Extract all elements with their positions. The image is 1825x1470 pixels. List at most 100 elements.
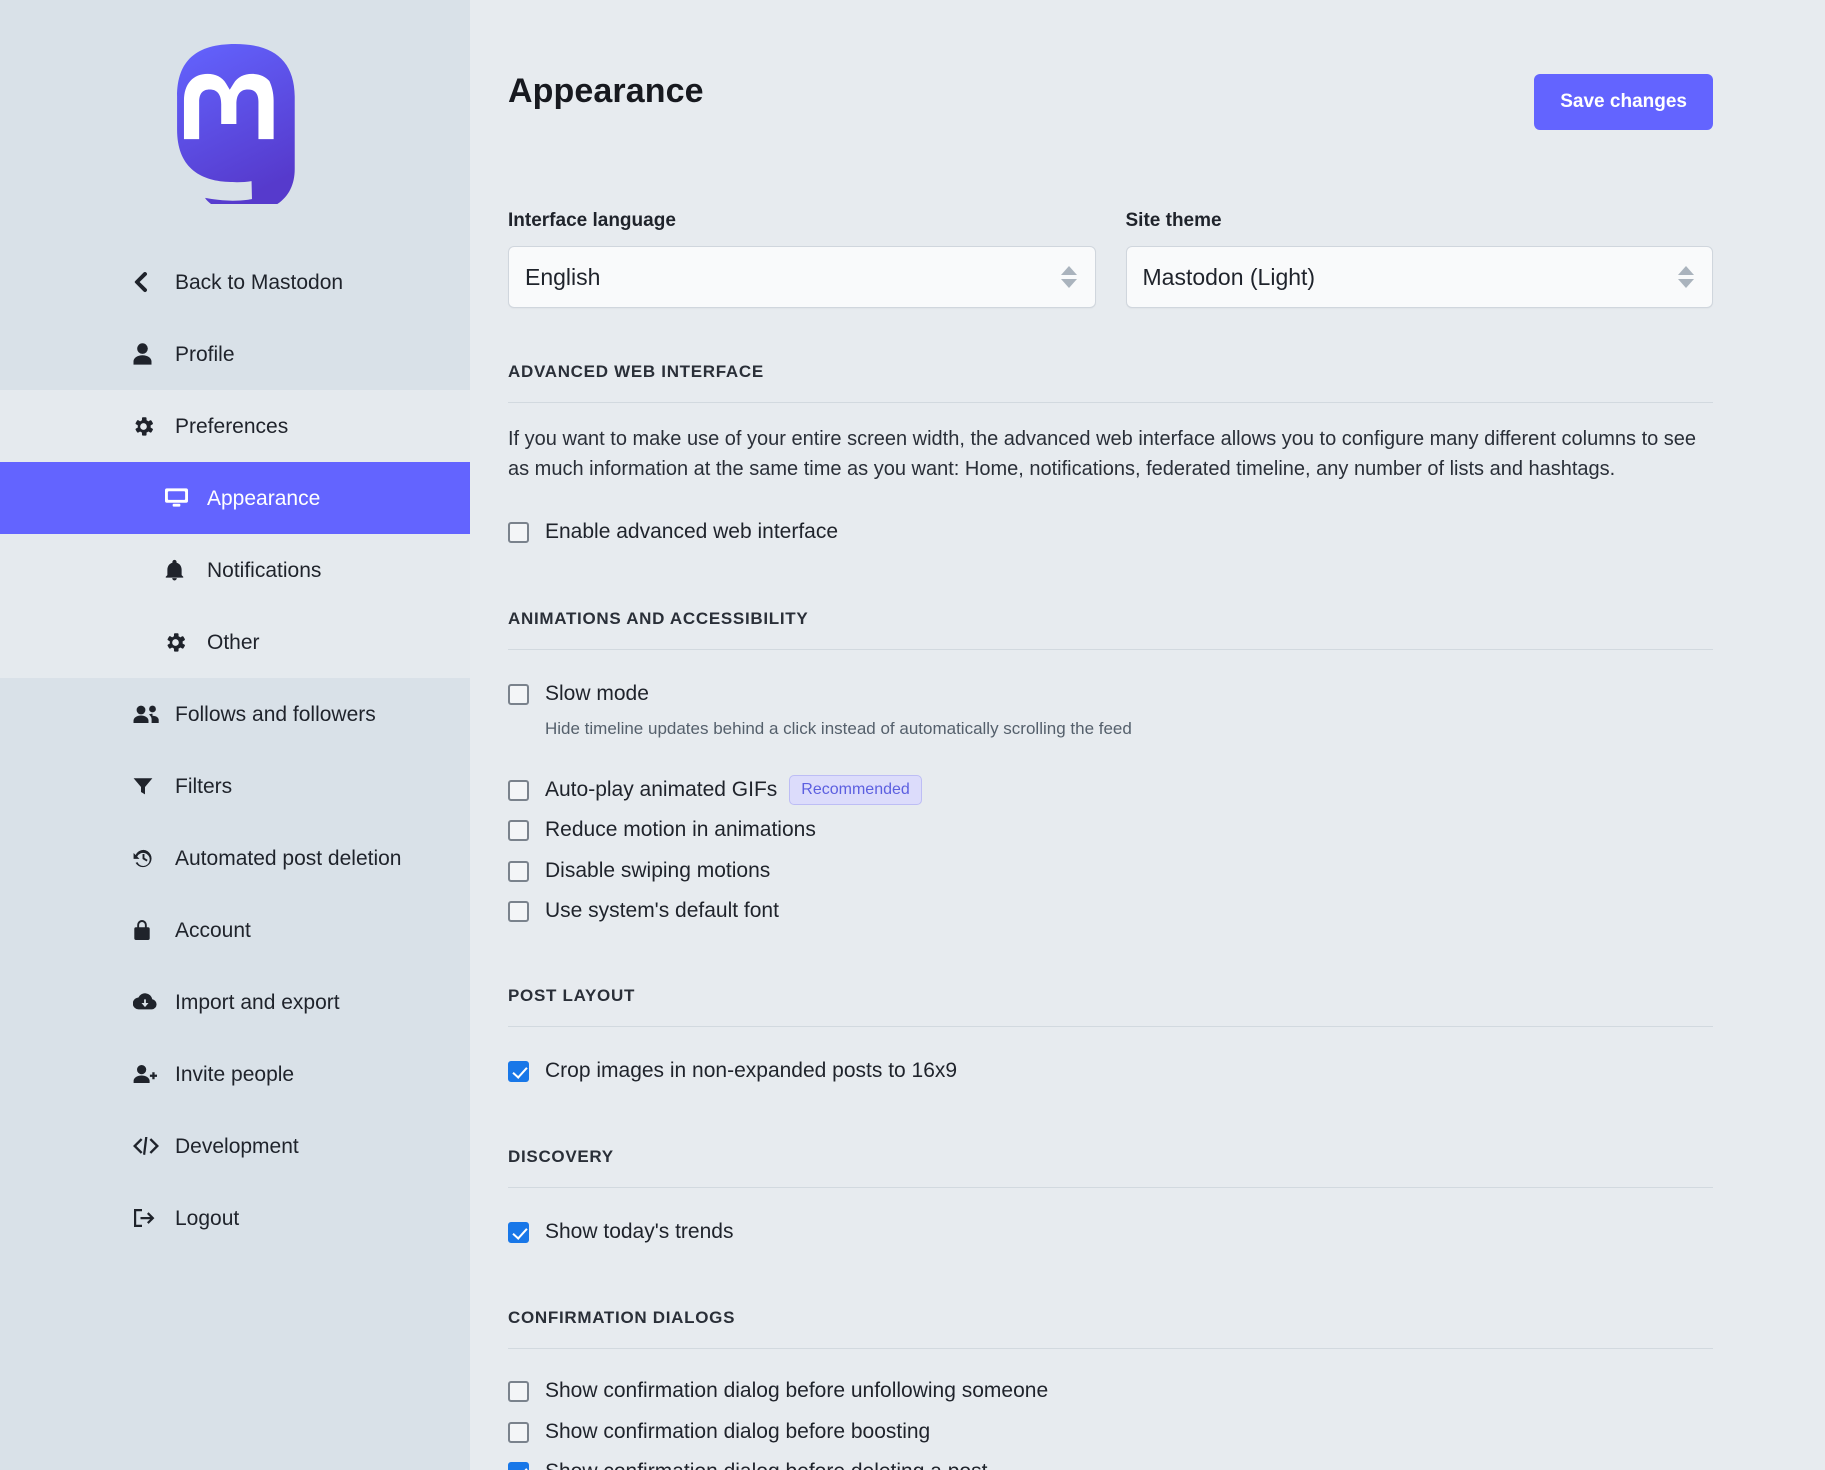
checkbox-reduce-motion-in-animations[interactable] bbox=[508, 820, 529, 842]
checkbox-use-systems-default-font[interactable] bbox=[508, 901, 529, 923]
sidebar-item-label: Account bbox=[175, 918, 251, 942]
chevron-updown-icon bbox=[1678, 266, 1694, 288]
cloud-download-icon bbox=[133, 990, 161, 1014]
users-icon bbox=[133, 702, 161, 726]
checkbox-auto-play-animated-gifs[interactable] bbox=[508, 779, 529, 801]
sidebar-item-appearance[interactable]: Appearance bbox=[0, 462, 470, 534]
site-theme-label: Site theme bbox=[1125, 210, 1222, 231]
sidebar-item-label: Follows and followers bbox=[175, 702, 376, 726]
lock-icon bbox=[133, 918, 161, 942]
checkbox-row-enable-advanced-web-interface[interactable]: Enable advanced web interface bbox=[508, 510, 1713, 554]
section-title: Advanced web interface bbox=[508, 362, 1713, 403]
checkbox-label: Show confirmation dialog before deleting… bbox=[545, 1457, 987, 1470]
checkbox-label: Reduce motion in animations bbox=[545, 818, 816, 842]
checkbox-row-reduce-motion-in-animations[interactable]: Reduce motion in animations bbox=[508, 810, 1713, 850]
mastodon-logo bbox=[0, 0, 470, 238]
interface-language-value: English bbox=[525, 263, 601, 290]
sidebar-item-label: Filters bbox=[175, 774, 233, 798]
slow-mode-hint: Hide timeline updates behind a click ins… bbox=[545, 719, 1132, 739]
preferences-group: Preferences Appearance Notifications Oth… bbox=[0, 390, 470, 678]
checkbox-confirm-boost[interactable] bbox=[508, 1421, 529, 1443]
gear-icon bbox=[165, 630, 193, 654]
sidebar-item-automated-post-deletion[interactable]: Automated post deletion bbox=[0, 822, 470, 894]
sidebar-item-development[interactable]: Development bbox=[0, 1110, 470, 1182]
history-icon bbox=[133, 846, 161, 870]
sidebar-item-follows-and-followers[interactable]: Follows and followers bbox=[0, 678, 470, 750]
checkbox-confirm-unfollow[interactable] bbox=[508, 1381, 529, 1403]
section-animations-and-accessibility: Animations and accessibility Slow mode H… bbox=[508, 609, 1713, 932]
sidebar-item-filters[interactable]: Filters bbox=[0, 750, 470, 822]
sidebar-nav: Back to Mastodon Profile Preferences App… bbox=[0, 238, 470, 1254]
checkbox-slow-mode[interactable] bbox=[508, 683, 529, 705]
checkbox-row-confirm-unfollow[interactable]: Show confirmation dialog before unfollow… bbox=[508, 1371, 1713, 1411]
logout-icon bbox=[133, 1206, 161, 1230]
checkbox-label: Show confirmation dialog before unfollow… bbox=[545, 1379, 1049, 1403]
page-header: Appearance Save changes bbox=[508, 0, 1713, 130]
checkbox-show-todays-trends[interactable] bbox=[508, 1222, 529, 1244]
section-title: Post layout bbox=[508, 986, 1713, 1027]
sidebar-item-label: Profile bbox=[175, 342, 235, 366]
checkbox-row-use-systems-default-font[interactable]: Use system's default font bbox=[508, 891, 1713, 931]
section-title: Discovery bbox=[508, 1147, 1713, 1189]
sidebar-item-label: Logout bbox=[175, 1206, 240, 1230]
checkbox-row-slow-mode[interactable]: Slow mode Hide timeline updates behind a… bbox=[508, 672, 1713, 748]
checkbox-disable-swiping-motions[interactable] bbox=[508, 860, 529, 882]
site-theme-select[interactable]: Mastodon (Light) bbox=[1125, 246, 1713, 308]
interface-language-field: Interface language English bbox=[508, 210, 1096, 308]
sidebar-item-label: Automated post deletion bbox=[175, 846, 402, 870]
checkbox-label: Crop images in non-expanded posts to 16x… bbox=[545, 1058, 958, 1082]
interface-language-select[interactable]: English bbox=[508, 246, 1096, 308]
checkbox-row-show-todays-trends[interactable]: Show today's trends bbox=[508, 1210, 1713, 1254]
checkbox-enable-advanced-web-interface[interactable] bbox=[508, 522, 529, 544]
advanced-description: If you want to make use of your entire s… bbox=[508, 428, 1697, 480]
checkbox-label: Slow mode bbox=[545, 681, 649, 705]
sidebar-item-other[interactable]: Other bbox=[0, 606, 470, 678]
sidebar-item-invite-people[interactable]: Invite people bbox=[0, 1038, 470, 1110]
chevron-updown-icon bbox=[1060, 266, 1077, 288]
sidebar-item-label: Appearance bbox=[207, 486, 321, 510]
settings-page: Back to Mastodon Profile Preferences App… bbox=[0, 0, 1825, 1470]
checkbox-confirm-delete[interactable] bbox=[508, 1462, 529, 1470]
sidebar-item-notifications[interactable]: Notifications bbox=[0, 534, 470, 606]
sidebar-item-label: Invite people bbox=[175, 1062, 295, 1086]
sidebar-item-label: Other bbox=[207, 630, 260, 654]
sidebar-item-label: Import and export bbox=[175, 990, 340, 1014]
checkbox-row-disable-swiping-motions[interactable]: Disable swiping motions bbox=[508, 851, 1713, 891]
checkbox-label: Show confirmation dialog before boosting bbox=[545, 1419, 931, 1443]
checkbox-row-auto-play-animated-gifs[interactable]: Auto-play animated GIFs Recommended bbox=[508, 770, 1713, 810]
checkbox-row-confirm-delete[interactable]: Show confirmation dialog before deleting… bbox=[508, 1452, 1713, 1470]
page-title: Appearance bbox=[508, 72, 704, 110]
sidebar-item-import-and-export[interactable]: Import and export bbox=[0, 966, 470, 1038]
mastodon-logo-icon bbox=[177, 44, 295, 204]
bell-icon bbox=[165, 558, 193, 582]
sidebar-item-logout[interactable]: Logout bbox=[0, 1182, 470, 1254]
section-advanced-web-interface: Advanced web interface If you want to ma… bbox=[508, 362, 1713, 555]
main-content: Appearance Save changes Interface langua… bbox=[470, 0, 1825, 1470]
section-title: Animations and accessibility bbox=[508, 609, 1713, 650]
code-icon bbox=[133, 1134, 161, 1158]
sidebar-item-label: Notifications bbox=[207, 558, 322, 582]
sidebar-item-label: Back to Mastodon bbox=[175, 270, 344, 294]
filter-icon bbox=[133, 774, 161, 798]
save-changes-button[interactable]: Save changes bbox=[1534, 74, 1713, 130]
chevron-left-icon bbox=[133, 270, 161, 294]
user-plus-icon bbox=[133, 1062, 161, 1086]
user-icon bbox=[133, 342, 161, 366]
checkbox-label: Disable swiping motions bbox=[545, 858, 771, 882]
site-theme-value: Mastodon (Light) bbox=[1142, 263, 1316, 290]
desktop-icon bbox=[165, 486, 193, 510]
checkbox-label: Show today's trends bbox=[545, 1220, 734, 1244]
sidebar-item-label: Preferences bbox=[175, 414, 289, 438]
checkbox-row-confirm-boost[interactable]: Show confirmation dialog before boosting bbox=[508, 1412, 1713, 1452]
sidebar-item-account[interactable]: Account bbox=[0, 894, 470, 966]
sidebar-item-profile[interactable]: Profile bbox=[0, 318, 470, 390]
sidebar-item-label: Development bbox=[175, 1134, 299, 1158]
sidebar-item-preferences[interactable]: Preferences bbox=[0, 390, 470, 462]
section-discovery: Discovery Show today's trends bbox=[508, 1147, 1713, 1254]
checkbox-crop-images[interactable] bbox=[508, 1060, 529, 1082]
checkbox-label: Auto-play animated GIFs bbox=[545, 777, 778, 801]
checkbox-label: Use system's default font bbox=[545, 899, 779, 923]
sidebar-item-back-to-mastodon[interactable]: Back to Mastodon bbox=[0, 246, 470, 318]
checkbox-row-crop-images[interactable]: Crop images in non-expanded posts to 16x… bbox=[508, 1049, 1713, 1093]
site-theme-field: Site theme Mastodon (Light) bbox=[1125, 210, 1713, 308]
